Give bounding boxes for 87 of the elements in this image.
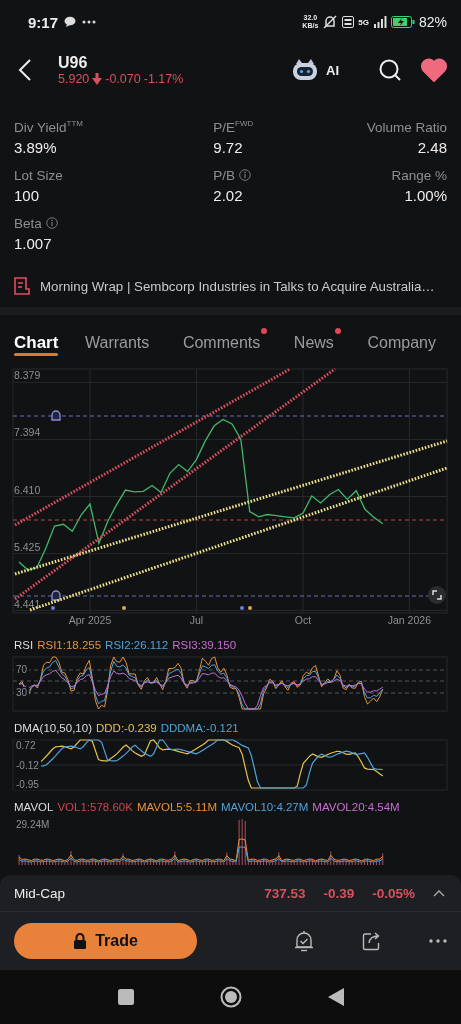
event-dot[interactable] — [248, 606, 252, 610]
y-axis-label: -0.12 — [14, 759, 41, 771]
share-icon[interactable] — [361, 931, 382, 951]
x-axis-label: Apr 2025 — [68, 614, 112, 626]
stat-label: P/B — [213, 167, 236, 183]
price-change-percent: -1.17% — [143, 72, 184, 86]
battery-percent: 82% — [418, 14, 447, 30]
recents-button[interactable] — [117, 989, 134, 1005]
tab[interactable]: News — [293, 328, 341, 358]
expand-up-icon[interactable] — [433, 889, 445, 897]
event-dot[interactable] — [122, 606, 126, 610]
y-axis-label: 29.24M — [14, 819, 52, 830]
battery-icon — [390, 16, 415, 28]
home-button[interactable] — [219, 986, 242, 1008]
lock-icon — [73, 933, 88, 949]
fullscreen-icon[interactable] — [428, 586, 446, 604]
indicator-value: RSI2:26.112 — [105, 639, 169, 651]
x-axis-label: Jul — [189, 614, 204, 626]
muted-bell-icon — [322, 15, 339, 29]
news-headline-link[interactable]: Morning Wrap | Sembcorp Industries in Talks to Acquire Australia… — [40, 278, 435, 294]
y-axis-label: -0.95 — [14, 779, 41, 790]
more-icon[interactable] — [429, 939, 447, 943]
volte-icon — [342, 16, 355, 28]
tab[interactable]: Company — [367, 328, 443, 358]
tab[interactable]: Warrants — [85, 328, 157, 358]
tab[interactable]: Chart — [14, 328, 59, 358]
index-name: Mid-Cap — [14, 885, 66, 901]
y-axis-label: 4.441 — [14, 597, 41, 610]
stat-label: Div Yield$^{TTM}$ — [14, 119, 83, 135]
indicator-value: DDDMA:-0.121 — [160, 722, 239, 734]
indicator-value: VOL1:578.60K — [57, 801, 133, 813]
price-change: -0.070 — [105, 72, 141, 86]
indicator-value: RSI3:39.150 — [172, 639, 237, 651]
y-axis-label: 70 — [14, 664, 30, 675]
network-type: 5G — [358, 17, 369, 27]
index-change: -0.39 — [323, 885, 355, 901]
stat-label: Volume Ratio — [366, 119, 447, 135]
document-icon — [14, 277, 30, 295]
stat-value: 3.89% — [14, 139, 58, 156]
stat-label: Lot Size — [14, 167, 63, 183]
ai-button[interactable]: AI — [291, 58, 339, 82]
tab[interactable]: Comments — [182, 328, 268, 358]
stat-value: 9.72 — [213, 139, 244, 156]
stock-symbol: U96 — [58, 54, 89, 72]
down-arrow-icon — [92, 73, 103, 85]
y-axis-label: 30 — [14, 687, 30, 698]
trade-button[interactable]: Trade — [14, 923, 197, 959]
y-axis-label: 5.425 — [14, 540, 41, 553]
stat-value: 2.48 — [417, 139, 447, 156]
indicator-value: MAVOL10:4.27M — [221, 801, 309, 813]
stat-label: Range % — [391, 167, 447, 183]
stock-price: 5.920 — [58, 72, 90, 86]
indicator-value: MAVOL20:4.54M — [312, 801, 400, 813]
x-axis-label: Oct — [294, 614, 312, 626]
info-icon[interactable] — [239, 169, 252, 181]
info-icon[interactable] — [45, 217, 58, 229]
stat-value: 1.007 — [14, 235, 53, 252]
signal-icon — [372, 16, 387, 28]
more-notifications-icon — [82, 20, 97, 24]
indicator-name: DMA(10,50,10) — [14, 722, 92, 734]
indicator-name: RSI — [14, 639, 34, 651]
event-dot[interactable] — [51, 606, 55, 610]
index-value: 737.53 — [264, 885, 306, 901]
y-axis-label: 6.410 — [14, 483, 41, 496]
tab-underline — [14, 353, 59, 356]
indicator-value: RSI1:18.255 — [37, 639, 102, 651]
chat-bubble-icon — [64, 16, 77, 28]
indicator-name: MAVOL — [14, 801, 54, 813]
y-axis-label: 8.379 — [14, 369, 41, 382]
index-change-percent: -0.05% — [372, 885, 415, 901]
back-nav-button[interactable] — [327, 988, 344, 1006]
stat-value: 100 — [14, 187, 41, 204]
indicator-value: DDD:-0.239 — [96, 722, 157, 734]
stat-value: 2.02 — [213, 187, 244, 204]
indicator-value: MAVOL5:5.11M — [136, 801, 217, 813]
stat-label: P/E$^{FWD}$ — [213, 119, 254, 135]
stat-value: 1.00% — [404, 187, 447, 204]
event-dot[interactable] — [240, 606, 244, 610]
x-axis-label: Jan 2026 — [387, 614, 431, 626]
stat-label: Beta — [14, 215, 42, 231]
alert-bell-icon[interactable] — [51, 590, 61, 601]
y-axis-label: 0.72 — [14, 740, 41, 751]
robot-icon — [291, 58, 319, 82]
alert-bell-icon[interactable] — [294, 930, 315, 952]
alert-bell-icon[interactable] — [51, 410, 61, 421]
clock: 9:17 — [28, 13, 59, 31]
y-axis-label: 7.394 — [14, 426, 41, 439]
